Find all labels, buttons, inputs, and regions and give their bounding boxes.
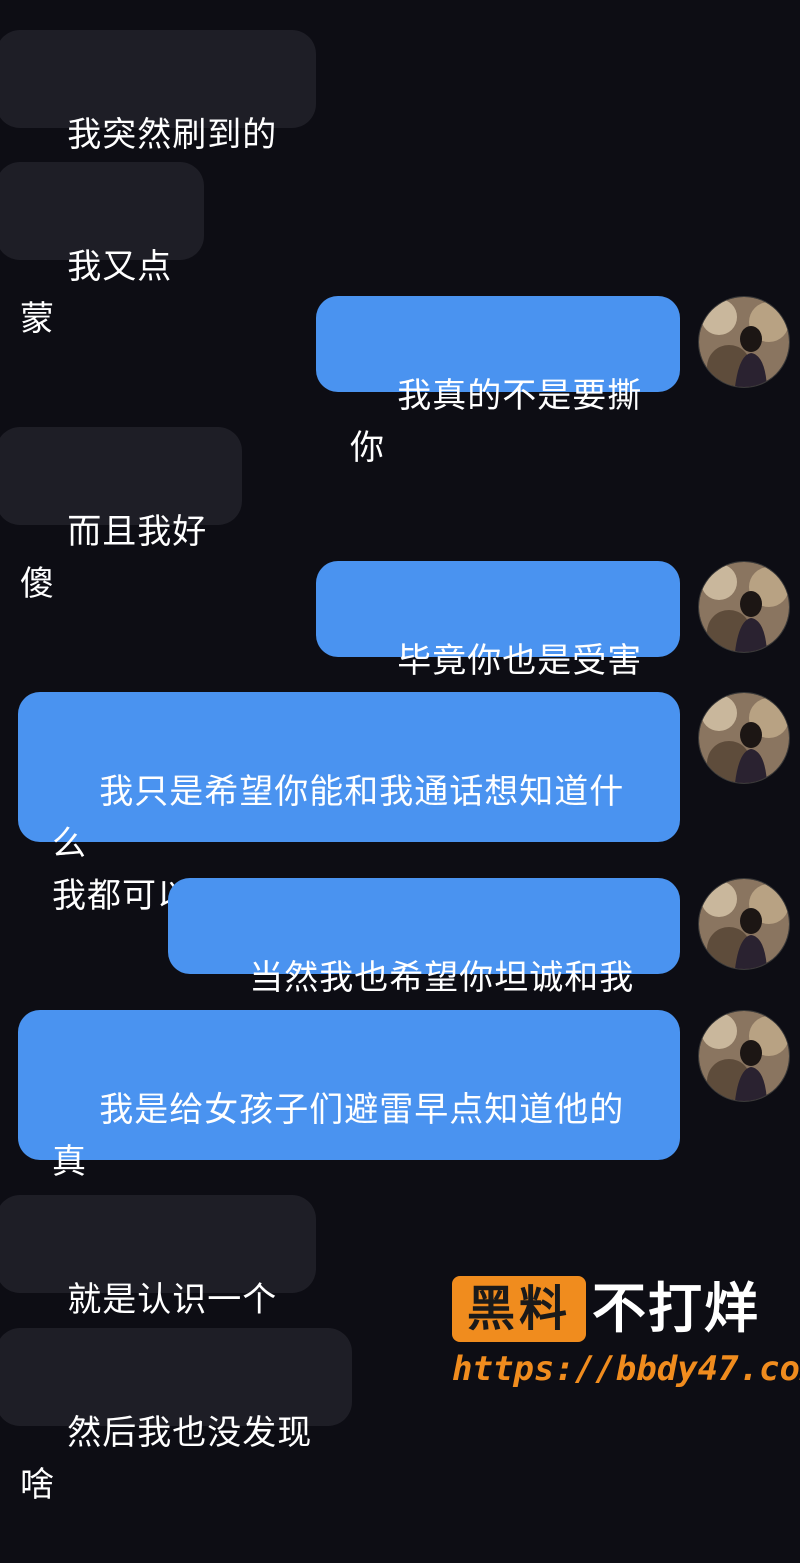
avatar-photo-icon (699, 693, 789, 783)
message-bubble-received[interactable]: 而且我好傻 (0, 427, 242, 604)
avatar-photo-icon (699, 297, 789, 387)
user-avatar[interactable] (698, 561, 790, 653)
watermark-url: https://bbdy47.com (452, 1349, 800, 1389)
avatar-photo-icon (699, 562, 789, 652)
message-text: 然后我也没发现啥 (20, 1413, 313, 1505)
watermark: 黑料 不打烊 https://bbdy47.com (452, 1276, 800, 1396)
user-avatar[interactable] (698, 296, 790, 388)
message-bubble-sent[interactable]: 我真的不是要撕你 (316, 296, 680, 468)
message-bubble-received[interactable]: 我突然刷到的你 (0, 30, 316, 207)
watermark-badge: 黑料 (452, 1276, 586, 1342)
user-avatar[interactable] (698, 1010, 790, 1102)
message-bubble-sent[interactable]: 我只是希望你能和我通话想知道什么 我都可以告诉你 (18, 692, 680, 916)
message-bubble-sent[interactable]: 我是给女孩子们避雷早点知道他的真 面目 (18, 1010, 680, 1234)
avatar-photo-icon (699, 1011, 789, 1101)
message-text: 我真的不是要撕你 (350, 376, 643, 468)
user-avatar[interactable] (698, 878, 790, 970)
user-avatar[interactable] (698, 692, 790, 784)
message-text: 我又点蒙 (20, 247, 173, 339)
message-bubble-received[interactable]: 然后我也没发现啥 (0, 1328, 352, 1505)
message-bubble-sent[interactable]: 毕竟你也是受害者 (316, 561, 680, 733)
message-bubble-sent[interactable]: 当然我也希望你坦诚和我讲 (168, 878, 680, 1050)
message-text: 而且我好傻 (20, 512, 208, 604)
message-bubble-received[interactable]: 我又点蒙 (0, 162, 204, 339)
avatar-photo-icon (699, 879, 789, 969)
message-bubble-received[interactable]: 就是认识一个月 (0, 1195, 316, 1372)
watermark-title: 不打烊 (592, 1277, 760, 1340)
